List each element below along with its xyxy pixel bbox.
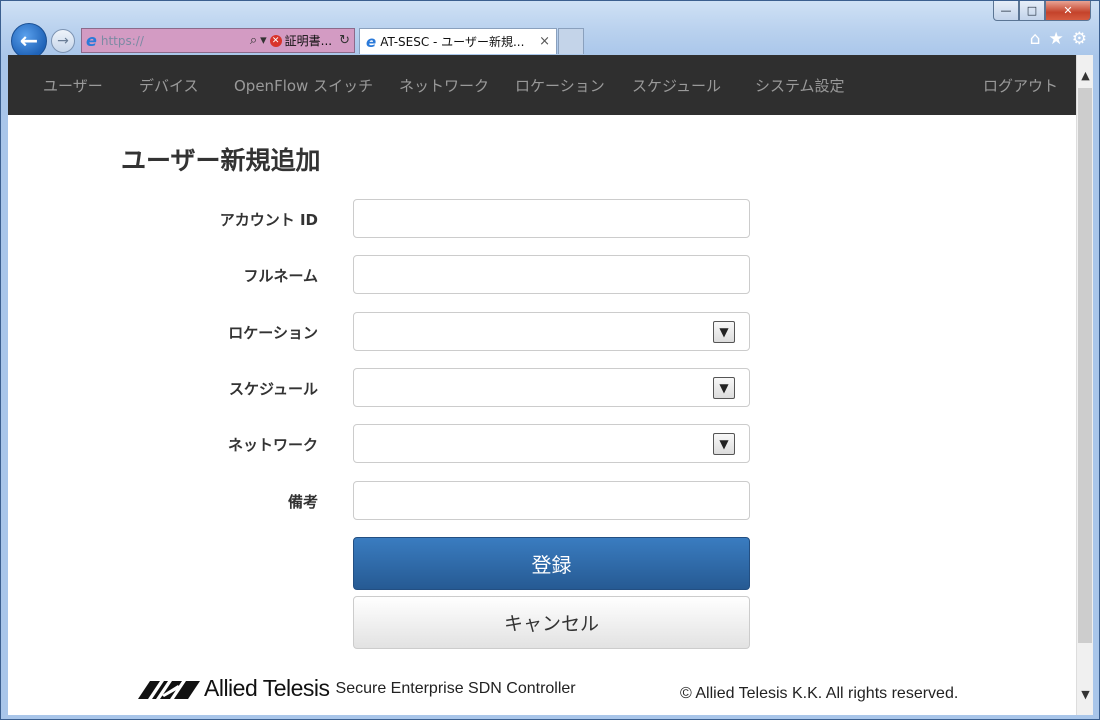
chevron-down-icon[interactable]: ▼ <box>713 433 735 455</box>
chevron-down-icon[interactable]: ▾ <box>260 33 267 48</box>
network-label: ネットワーク <box>227 436 318 454</box>
full-name-label: フルネーム <box>243 267 318 285</box>
form-row-account-id: アカウント ID <box>8 199 768 239</box>
nav-item-system-settings[interactable]: システム設定 <box>755 75 845 96</box>
location-select[interactable]: ▼ <box>353 312 750 351</box>
form-row-network: ネットワーク ▼ <box>8 424 768 464</box>
arrow-right-icon: → <box>57 33 69 49</box>
certificate-error-label[interactable]: 証明書... <box>285 32 332 49</box>
account-id-input[interactable] <box>353 199 750 238</box>
form-row-location: ロケーション ▼ <box>8 312 768 352</box>
address-bar[interactable]: e https:// ⌕ ▾ ✕ 証明書... ↻ <box>81 28 355 53</box>
account-id-label: アカウント ID <box>219 211 318 229</box>
scroll-up-icon[interactable]: ▲ <box>1077 67 1093 84</box>
form-row-full-name: フルネーム <box>8 255 768 295</box>
favorites-star-icon[interactable]: ★ <box>1049 29 1064 49</box>
ie-logo-icon: e <box>366 32 377 51</box>
maximize-button[interactable]: □ <box>1019 1 1045 21</box>
logout-link[interactable]: ログアウト <box>983 75 1058 96</box>
refresh-icon[interactable]: ↻ <box>339 33 350 48</box>
full-name-input[interactable] <box>353 255 750 294</box>
gear-icon[interactable]: ⚙ <box>1072 29 1087 49</box>
minimize-button[interactable]: — <box>993 1 1019 21</box>
footer-brand: Allied Telesis Secure Enterprise SDN Con… <box>138 675 576 701</box>
new-tab-button[interactable] <box>558 28 584 54</box>
page-viewport: ユーザー デバイス OpenFlow スイッチ ネットワーク ロケーション スケ… <box>8 55 1093 715</box>
form-row-schedule: スケジュール ▼ <box>8 368 768 408</box>
register-button[interactable]: 登録 <box>353 537 750 590</box>
vertical-scrollbar[interactable]: ▲ ▼ <box>1076 55 1093 715</box>
top-navbar: ユーザー デバイス OpenFlow スイッチ ネットワーク ロケーション スケ… <box>8 55 1076 115</box>
nav-item-location[interactable]: ロケーション <box>515 75 605 96</box>
notes-label: 備考 <box>287 493 318 511</box>
browser-window: — □ ✕ ← → e https:// ⌕ ▾ ✕ 証明書... ↻ e AT… <box>0 0 1100 720</box>
back-button[interactable]: ← <box>11 23 47 59</box>
schedule-label: スケジュール <box>229 380 318 398</box>
address-url[interactable]: https:// <box>101 34 247 48</box>
nav-item-openflow-switch[interactable]: OpenFlow スイッチ <box>234 75 373 96</box>
window-controls: — □ ✕ <box>993 1 1091 21</box>
location-label: ロケーション <box>228 324 318 342</box>
tab-close-icon[interactable]: × <box>539 34 550 49</box>
page-title: ユーザー新規追加 <box>121 146 321 175</box>
certificate-error-icon[interactable]: ✕ <box>269 34 282 47</box>
cancel-button[interactable]: キャンセル <box>353 596 750 649</box>
arrow-left-icon: ← <box>19 28 39 54</box>
active-tab[interactable]: e AT-SESC - ユーザー新規... × <box>359 28 557 54</box>
notes-input[interactable] <box>353 481 750 520</box>
tab-title: AT-SESC - ユーザー新規... <box>380 35 525 49</box>
schedule-select[interactable]: ▼ <box>353 368 750 407</box>
form-row-notes: 備考 <box>8 481 768 521</box>
forward-button[interactable]: → <box>51 29 75 53</box>
copyright-text: © Allied Telesis K.K. All rights reserve… <box>680 685 959 702</box>
scrollbar-thumb[interactable] <box>1078 88 1092 643</box>
browser-tools: ⌂ ★ ⚙ <box>1030 29 1087 49</box>
nav-item-schedule[interactable]: スケジュール <box>632 75 721 96</box>
chevron-down-icon[interactable]: ▼ <box>713 321 735 343</box>
chevron-down-icon[interactable]: ▼ <box>713 377 735 399</box>
search-icon[interactable]: ⌕ <box>250 33 257 48</box>
scroll-down-icon[interactable]: ▼ <box>1077 686 1093 703</box>
brand-name: Allied Telesis <box>204 675 330 701</box>
network-select[interactable]: ▼ <box>353 424 750 463</box>
close-window-button[interactable]: ✕ <box>1045 1 1091 21</box>
home-icon[interactable]: ⌂ <box>1030 29 1041 49</box>
nav-item-users[interactable]: ユーザー <box>43 75 103 96</box>
nav-item-devices[interactable]: デバイス <box>139 75 199 96</box>
allied-telesis-logo-icon <box>138 681 200 699</box>
product-name: Secure Enterprise SDN Controller <box>335 680 576 697</box>
nav-item-network[interactable]: ネットワーク <box>399 75 489 96</box>
ie-logo-icon: e <box>86 31 97 50</box>
